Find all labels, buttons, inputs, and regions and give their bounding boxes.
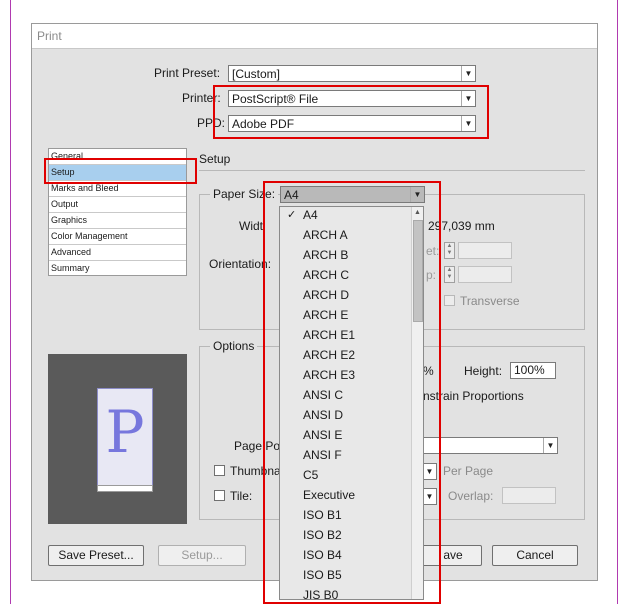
orientation-label: Orientation: (209, 257, 272, 271)
sidebar-item-label: Output (51, 199, 79, 209)
sidebar-item-graphics[interactable]: Graphics (49, 213, 186, 229)
chevron-down-icon: ▼ (543, 438, 557, 453)
paper-size-list-highlight (263, 181, 441, 604)
sidebar-item-label: Advanced (51, 247, 92, 257)
print-preset-value: [Custom] (232, 67, 281, 81)
width-label: Widt (239, 219, 263, 233)
setup-highlight (44, 158, 197, 184)
cancel-button[interactable]: Cancel (492, 545, 578, 566)
print-preset-dropdown[interactable]: [Custom] ▼ (228, 65, 476, 82)
save-preset-button[interactable]: Save Preset... (48, 545, 144, 566)
scale-height-label: Height: (464, 364, 503, 378)
preview-glyph: P (105, 398, 145, 466)
sidebar-item-label: Graphics (51, 215, 88, 225)
tile-checkbox[interactable] (214, 490, 225, 501)
scale-height-field[interactable]: 100% (510, 362, 556, 379)
overlap-field[interactable] (502, 487, 556, 504)
sidebar-item-summary[interactable]: Summary (49, 261, 186, 277)
sidebar-item-output[interactable]: Output (49, 197, 186, 213)
print-preset-label: Print Preset: (154, 66, 221, 80)
sidebar-item-color-management[interactable]: Color Management (49, 229, 186, 245)
sidebar-item-label: Color Management (51, 231, 128, 241)
window-title: Print (37, 29, 62, 43)
title-bar: Print (32, 24, 597, 49)
page-right-edge (617, 0, 618, 604)
setup-button[interactable]: Setup... (158, 545, 246, 566)
offset-field[interactable] (458, 242, 512, 259)
gap-stepper[interactable]: ▲ ▼ (444, 266, 455, 283)
chevron-down-icon: ▼ (461, 66, 475, 81)
sidebar-item-label: Marks and Bleed (51, 183, 119, 193)
scale-height-value: 100% (514, 363, 545, 377)
offset-stepper[interactable]: ▲ ▼ (444, 242, 455, 259)
preview-page-bottom (97, 485, 153, 492)
sidebar-item-advanced[interactable]: Advanced (49, 245, 186, 261)
sidebar-item-label: Summary (51, 263, 90, 273)
per-page-label: Per Page (443, 464, 494, 478)
tile-label: Tile: (230, 489, 253, 503)
thumbnails-checkbox[interactable] (214, 465, 225, 476)
preview-page: P (97, 388, 153, 492)
options-title: Options (210, 339, 258, 353)
gap-field[interactable] (458, 266, 512, 283)
section-title: Setup (199, 152, 231, 166)
transverse-label: Transverse (460, 294, 520, 308)
overlap-label: Overlap: (448, 489, 494, 503)
page-left-edge (10, 0, 11, 604)
page-position-dropdown[interactable]: ▼ (423, 437, 558, 454)
section-divider (199, 170, 585, 171)
transverse-checkbox[interactable] (444, 295, 455, 306)
page-preview: P (48, 354, 187, 524)
save-button-label: ave (443, 548, 463, 562)
printer-ppd-highlight (213, 85, 489, 139)
